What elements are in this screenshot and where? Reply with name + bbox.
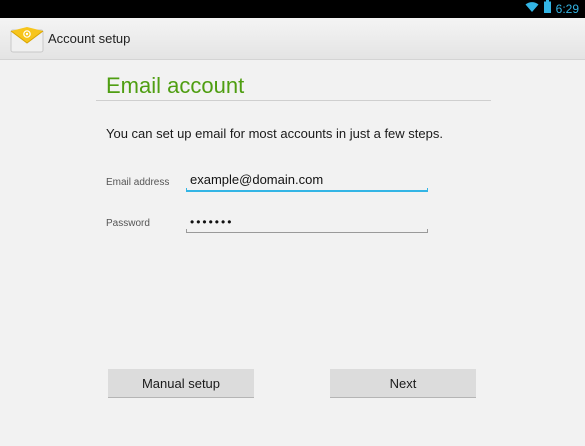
- email-address-field[interactable]: example@domain.com: [186, 170, 428, 192]
- email-address-label: Email address: [106, 177, 170, 188]
- password-value: •••••••: [190, 215, 234, 229]
- title-divider: [96, 100, 491, 101]
- status-bar: 6:29: [0, 0, 585, 18]
- action-bar: Account setup: [0, 18, 585, 60]
- status-time: 6:29: [555, 2, 579, 16]
- page-title: Email account: [106, 73, 245, 98]
- email-envelope-icon[interactable]: [10, 25, 44, 53]
- battery-icon: [543, 0, 551, 18]
- email-address-value: example@domain.com: [190, 172, 324, 187]
- password-label: Password: [106, 218, 150, 229]
- wifi-icon: [525, 0, 539, 18]
- next-button[interactable]: Next: [330, 369, 476, 398]
- password-field[interactable]: •••••••: [186, 211, 428, 233]
- status-icons: 6:29: [525, 0, 579, 18]
- app-title: Account setup: [48, 31, 131, 46]
- instructions-text: You can set up email for most accounts i…: [106, 126, 443, 141]
- manual-setup-button[interactable]: Manual setup: [108, 369, 254, 398]
